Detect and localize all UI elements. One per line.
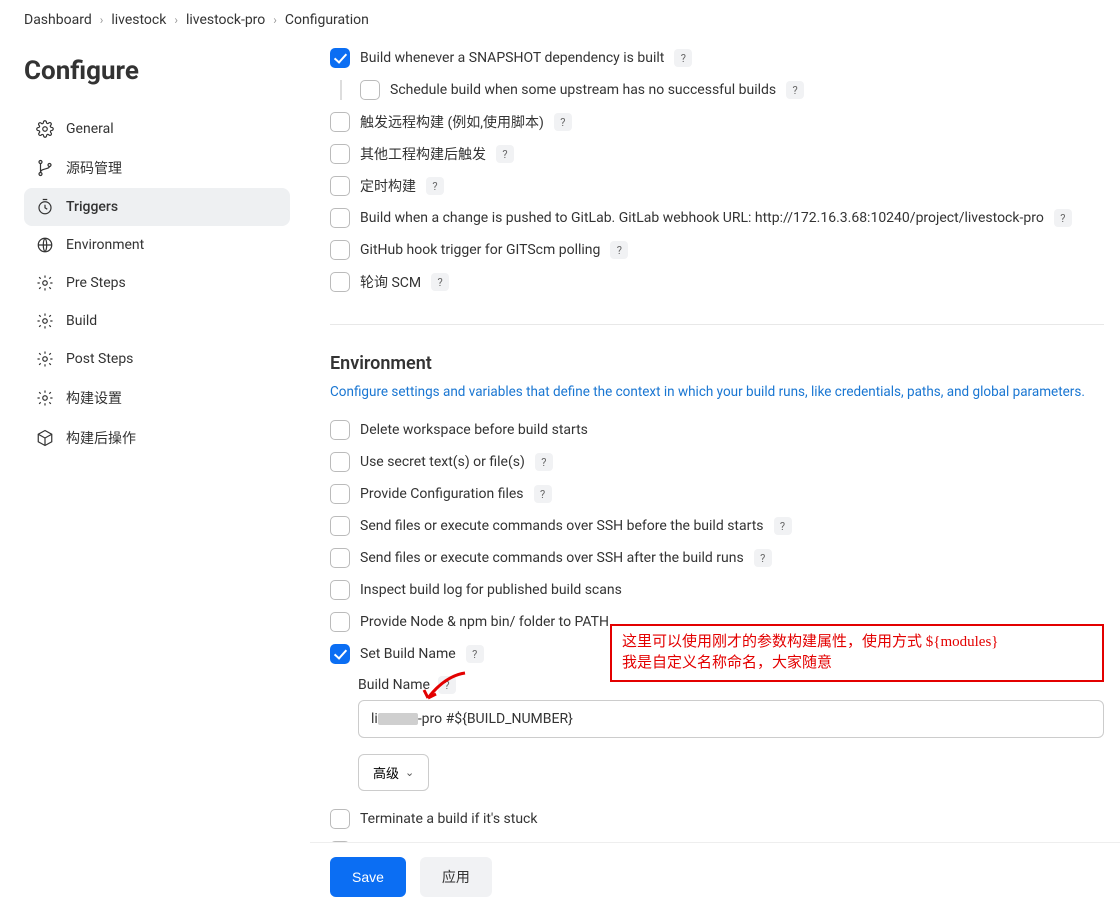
sidebar-item-post-build[interactable]: 构建后操作 xyxy=(24,418,290,458)
checkbox-config-files[interactable] xyxy=(330,484,350,504)
sidebar-item-build[interactable]: Build xyxy=(24,302,290,340)
environment-desc: Configure settings and variables that de… xyxy=(330,384,1104,400)
env-label: Set Build Name xyxy=(360,646,456,662)
box-icon xyxy=(36,429,54,447)
checkbox-snapshot[interactable] xyxy=(330,48,350,68)
gear-icon xyxy=(36,389,54,407)
sidebar-item-label: 源码管理 xyxy=(66,158,122,178)
sidebar-item-label: Triggers xyxy=(66,199,118,215)
gear-icon xyxy=(36,120,54,138)
footer-bar: Save 应用 xyxy=(310,842,1120,911)
gear-icon xyxy=(36,274,54,292)
help-icon[interactable] xyxy=(610,241,628,259)
crumb-configuration[interactable]: Configuration xyxy=(285,12,369,28)
breadcrumb: Dashboard› livestock› livestock-pro› Con… xyxy=(0,0,1120,40)
trigger-label: 其他工程构建后触发 xyxy=(360,144,486,164)
globe-icon xyxy=(36,236,54,254)
sidebar-item-scm[interactable]: 源码管理 xyxy=(24,148,290,188)
trigger-label: 轮询 SCM xyxy=(360,272,421,292)
env-label: Delete workspace before build starts xyxy=(360,422,588,438)
sidebar-item-label: Environment xyxy=(66,237,144,253)
checkbox-after-other[interactable] xyxy=(330,144,350,164)
help-icon[interactable] xyxy=(1054,209,1072,227)
help-icon[interactable] xyxy=(674,49,692,67)
help-icon[interactable] xyxy=(774,517,792,535)
help-icon[interactable] xyxy=(431,273,449,291)
checkbox-schedule-upstream[interactable] xyxy=(360,80,380,100)
checkbox-ssh-before[interactable] xyxy=(330,516,350,536)
sidebar-item-pre-steps[interactable]: Pre Steps xyxy=(24,264,290,302)
checkbox-gitlab[interactable] xyxy=(330,208,350,228)
checkbox-set-build-name[interactable] xyxy=(330,644,350,664)
trigger-label: Build when a change is pushed to GitLab.… xyxy=(360,210,1044,226)
sidebar-item-label: Build xyxy=(66,313,97,329)
chevron-down-icon: ⌄ xyxy=(405,766,414,779)
checkbox-inspect-log[interactable] xyxy=(330,580,350,600)
checkbox-delete-ws[interactable] xyxy=(330,420,350,440)
env-label: Provide Node & npm bin/ folder to PATH xyxy=(360,614,609,630)
env-label: Terminate a build if it's stuck xyxy=(360,811,537,827)
sidebar-item-label: 构建后操作 xyxy=(66,428,136,448)
sidebar-item-label: 构建设置 xyxy=(66,388,122,408)
arrow-icon xyxy=(420,668,470,712)
crumb-livestock[interactable]: livestock xyxy=(111,12,166,28)
environment-title: Environment xyxy=(330,324,1104,374)
save-button[interactable]: Save xyxy=(330,857,406,897)
crumb-dashboard[interactable]: Dashboard xyxy=(24,12,92,28)
checkbox-terminate[interactable] xyxy=(330,809,350,829)
sidebar-item-label: General xyxy=(66,121,114,137)
sidebar-item-environment[interactable]: Environment xyxy=(24,226,290,264)
sidebar-item-post-steps[interactable]: Post Steps xyxy=(24,340,290,378)
page-title: Configure xyxy=(24,56,290,86)
checkbox-secret[interactable] xyxy=(330,452,350,472)
help-icon[interactable] xyxy=(426,177,444,195)
env-label: Send files or execute commands over SSH … xyxy=(360,518,764,534)
sidebar-item-label: Post Steps xyxy=(66,351,133,367)
apply-button[interactable]: 应用 xyxy=(420,857,492,897)
env-label: Use secret text(s) or file(s) xyxy=(360,454,525,470)
trigger-label: 定时构建 xyxy=(360,176,416,196)
help-icon[interactable] xyxy=(554,113,572,131)
help-icon[interactable] xyxy=(496,145,514,163)
checkbox-cron[interactable] xyxy=(330,176,350,196)
help-icon[interactable] xyxy=(534,485,552,503)
checkbox-github[interactable] xyxy=(330,240,350,260)
gear-icon xyxy=(36,350,54,368)
trigger-label: Build whenever a SNAPSHOT dependency is … xyxy=(360,50,664,66)
help-icon[interactable] xyxy=(786,81,804,99)
sidebar-item-label: Pre Steps xyxy=(66,275,126,291)
advanced-button[interactable]: 高级⌄ xyxy=(358,754,429,791)
help-icon[interactable] xyxy=(535,453,553,471)
trigger-label: 触发远程构建 (例如,使用脚本) xyxy=(360,112,544,132)
checkbox-remote[interactable] xyxy=(330,112,350,132)
env-label: Send files or execute commands over SSH … xyxy=(360,550,744,566)
help-icon[interactable] xyxy=(754,549,772,567)
sidebar-item-triggers[interactable]: Triggers xyxy=(24,188,290,226)
trigger-label: GitHub hook trigger for GITScm polling xyxy=(360,242,600,258)
crumb-livestock-pro[interactable]: livestock-pro xyxy=(186,12,265,28)
env-label: Provide Configuration files xyxy=(360,486,524,502)
annotation-box: 这里可以使用刚才的参数构建属性，使用方式 ${modules} 我是自定义名称命… xyxy=(610,624,1104,682)
stopwatch-icon xyxy=(36,198,54,216)
sidebar-item-build-settings[interactable]: 构建设置 xyxy=(24,378,290,418)
help-icon[interactable] xyxy=(466,645,484,663)
main-panel: Build whenever a SNAPSHOT dependency is … xyxy=(310,40,1120,910)
branch-icon xyxy=(36,159,54,177)
sidebar: Configure General 源码管理 Triggers Environm… xyxy=(0,40,310,910)
env-label: Inspect build log for published build sc… xyxy=(360,582,622,598)
checkbox-node-path[interactable] xyxy=(330,612,350,632)
trigger-label: Schedule build when some upstream has no… xyxy=(390,82,776,98)
sidebar-item-general[interactable]: General xyxy=(24,110,290,148)
checkbox-poll-scm[interactable] xyxy=(330,272,350,292)
checkbox-ssh-after[interactable] xyxy=(330,548,350,568)
gear-icon xyxy=(36,312,54,330)
